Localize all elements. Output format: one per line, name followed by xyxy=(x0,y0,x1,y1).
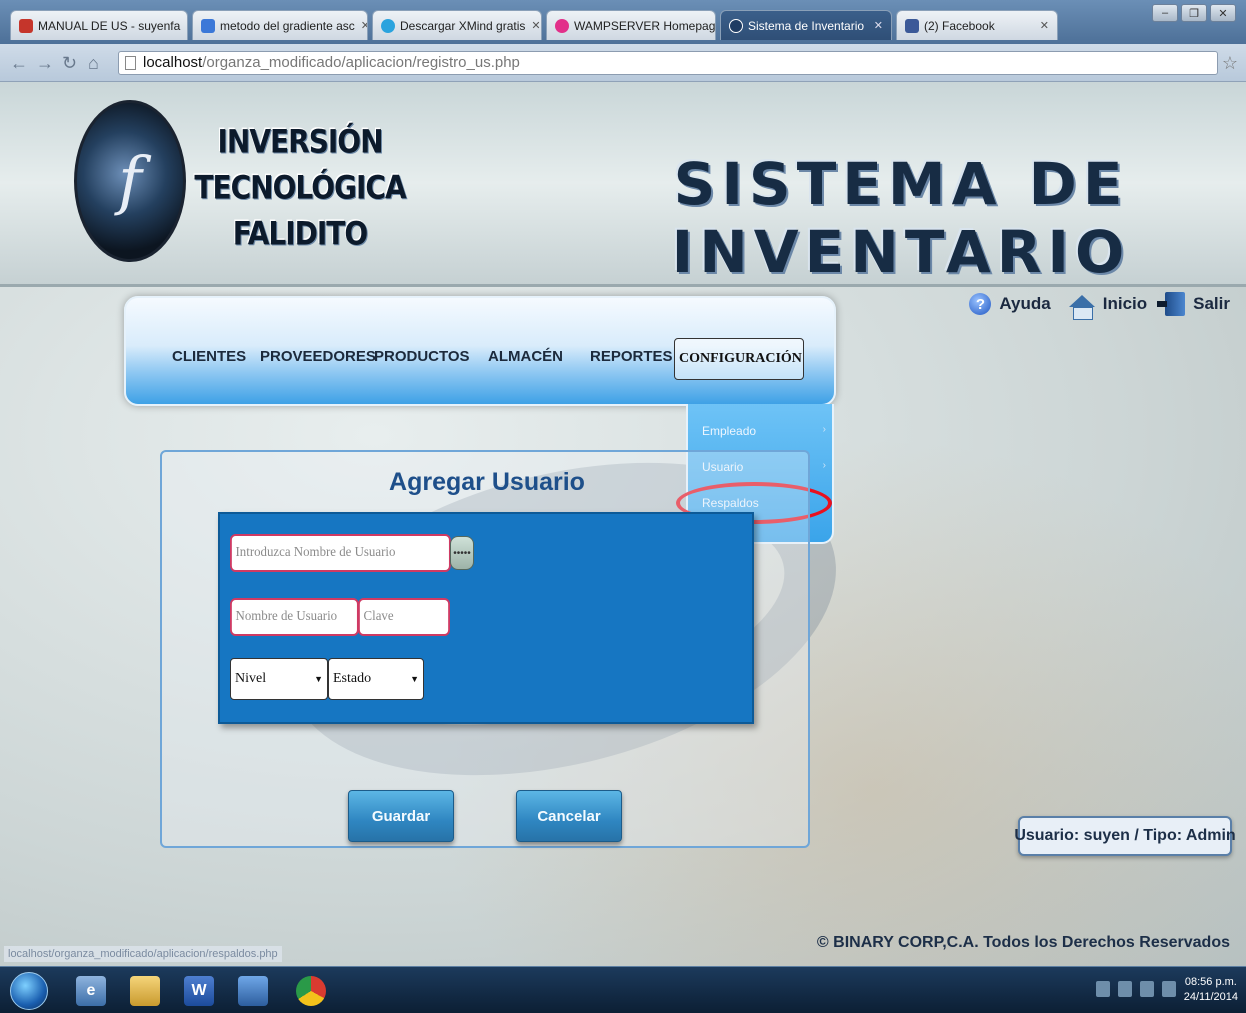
wamp-icon xyxy=(555,18,569,33)
user-info-badge: Usuario: suyen / Tipo: Admin xyxy=(1014,816,1236,856)
chevron-right-icon: › xyxy=(822,424,826,435)
main-nav: CLIENTES PROVEEDORES PRODUCTOS ALMACÉN R… xyxy=(124,296,836,406)
password-input[interactable] xyxy=(358,598,450,636)
nivel-select[interactable]: Nivel ▼ xyxy=(230,658,328,700)
xmind-icon xyxy=(381,18,395,33)
url-field[interactable]: localhost/organza_modificado/aplicacion/… xyxy=(118,51,1218,75)
nav-clientes[interactable]: CLIENTES xyxy=(164,338,254,374)
start-button-icon[interactable] xyxy=(10,972,48,1010)
help-link[interactable]: ? Ayuda xyxy=(969,293,1051,315)
nav-configuracion[interactable]: CONFIGURACIÓN xyxy=(674,338,804,380)
back-icon[interactable]: ← xyxy=(10,53,28,74)
footer-copyright: © BINARY CORP,C.A. Todos los Derechos Re… xyxy=(816,934,1230,951)
maximize-icon[interactable]: ❐ xyxy=(1181,4,1207,22)
company-logo: f xyxy=(74,100,186,262)
reload-icon[interactable]: ↻ xyxy=(62,53,77,74)
docs-icon xyxy=(201,18,215,33)
exit-icon xyxy=(1157,292,1186,316)
search-user-button[interactable]: ••••• xyxy=(450,536,474,570)
search-user-input[interactable] xyxy=(230,534,451,572)
ie-icon[interactable]: e xyxy=(76,976,106,1006)
help-icon: ? xyxy=(969,293,992,315)
save-button[interactable]: Guardar xyxy=(348,790,454,842)
nav-reportes[interactable]: REPORTES xyxy=(582,338,681,374)
tab-gradiente[interactable]: metodo del gradiente asc ✕ xyxy=(192,10,368,40)
site-icon xyxy=(729,18,743,33)
network-icon[interactable] xyxy=(1096,981,1110,997)
close-icon[interactable]: ✕ xyxy=(1034,19,1049,32)
logout-link[interactable]: Salir xyxy=(1157,292,1230,316)
home-link[interactable]: Inicio xyxy=(1068,294,1147,320)
estado-select[interactable]: Estado ▼ xyxy=(328,658,424,700)
username-input[interactable] xyxy=(230,598,359,636)
close-icon[interactable]: ✕ xyxy=(525,19,540,32)
gmail-icon xyxy=(19,18,33,33)
address-bar: ← → ↻ ⌂ localhost/organza_modificado/apl… xyxy=(0,44,1246,82)
show-hidden-icon[interactable] xyxy=(1140,981,1154,997)
minimize-icon[interactable]: – xyxy=(1152,4,1178,22)
user-form: ••••• Nivel▼ Estado▼ xyxy=(218,512,754,724)
word-icon[interactable]: W xyxy=(184,976,214,1006)
page-icon xyxy=(125,56,136,70)
nav-productos[interactable]: PRODUCTOS xyxy=(366,338,478,374)
company-name: INVERSIÓN TECNOLÓGICA FALIDITO xyxy=(194,122,406,253)
dropdown-caret-icon: ▼ xyxy=(314,674,323,684)
tab-xmind[interactable]: Descargar XMind gratis ✕ xyxy=(372,10,542,40)
home-button-icon[interactable]: ⌂ xyxy=(88,53,99,74)
close-icon[interactable]: ✕ xyxy=(180,19,187,32)
browser-tabbar: MANUAL DE US - suyenfa ✕ metodo del grad… xyxy=(0,0,1246,44)
tray-app-icon[interactable] xyxy=(1118,981,1132,997)
tab-gmail[interactable]: MANUAL DE US - suyenfa ✕ xyxy=(10,10,188,40)
folder-icon[interactable] xyxy=(130,976,160,1006)
submenu-empleado[interactable]: Empleado › xyxy=(702,424,826,438)
volume-icon[interactable] xyxy=(1162,981,1176,997)
nav-almacen[interactable]: ALMACÉN xyxy=(480,338,571,374)
windows-taskbar: e W 08:56 p.m. 24/11/2014 xyxy=(0,966,1246,1013)
dolphin-icon[interactable] xyxy=(238,976,268,1006)
add-user-panel: Agregar Usuario ••••• Nivel▼ Estado▼ xyxy=(160,450,810,848)
panel-title: Agregar Usuario xyxy=(389,468,585,496)
page-content: f INVERSIÓN TECNOLÓGICA FALIDITO SISTEMA… xyxy=(0,82,1246,966)
top-links: ? Ayuda Inicio Salir xyxy=(961,292,1230,320)
cancel-button[interactable]: Cancelar xyxy=(516,790,622,842)
chevron-right-icon: › xyxy=(822,460,826,471)
chrome-icon[interactable] xyxy=(296,976,326,1006)
close-icon[interactable]: ✕ xyxy=(355,19,367,32)
bookmark-star-icon[interactable]: ☆ xyxy=(1222,53,1238,74)
taskbar-clock[interactable]: 08:56 p.m. 24/11/2014 xyxy=(1184,975,1238,1005)
nav-proveedores[interactable]: PROVEEDORES xyxy=(252,338,384,374)
site-banner: f INVERSIÓN TECNOLÓGICA FALIDITO SISTEMA… xyxy=(0,82,1246,287)
close-icon[interactable]: ✕ xyxy=(868,19,883,32)
status-bar-url: localhost/organza_modificado/aplicacion/… xyxy=(4,946,282,962)
system-title: SISTEMA DE INVENTARIO xyxy=(671,150,1131,286)
system-tray xyxy=(1096,981,1176,997)
window-controls: – ❐ ✕ xyxy=(1152,4,1236,22)
dropdown-caret-icon: ▼ xyxy=(410,674,419,684)
tab-wampserver[interactable]: WAMPSERVER Homepage ✕ xyxy=(546,10,716,40)
tab-facebook[interactable]: (2) Facebook ✕ xyxy=(896,10,1058,40)
home-icon xyxy=(1068,295,1095,320)
facebook-icon xyxy=(905,18,919,33)
forward-icon[interactable]: → xyxy=(36,53,54,74)
tab-sistema-inventario[interactable]: Sistema de Inventario ✕ xyxy=(720,10,892,40)
window-close-icon[interactable]: ✕ xyxy=(1210,4,1236,22)
